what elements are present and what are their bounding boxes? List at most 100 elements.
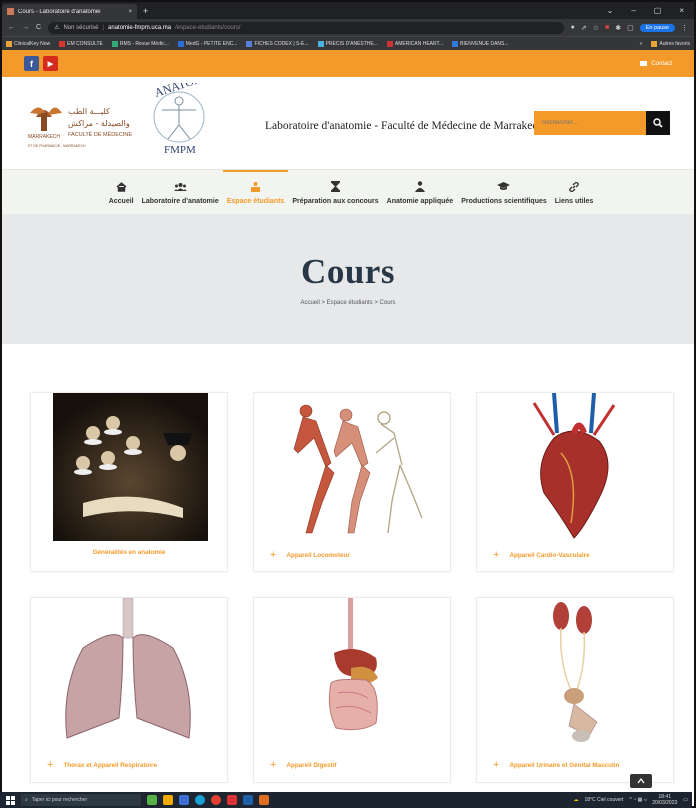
nav-item-espace-etudiants[interactable]: Espace étudiants <box>222 170 289 214</box>
extension-icon[interactable]: ■ <box>605 24 609 31</box>
lungs-illustration-image <box>53 598 203 748</box>
bookmark-item[interactable]: PRECIS D'ANESTHE... <box>317 40 378 47</box>
bookmark-icon <box>317 40 324 47</box>
windows-taskbar: ⌕ Taper ici pour rechercher ☁ 18°C Ciel c… <box>0 792 692 808</box>
anatomy-lesson-painting-image <box>53 393 208 541</box>
svg-text:ET DE PHARMACIE - MARRAKECH: ET DE PHARMACIE - MARRAKECH <box>28 144 86 148</box>
window-controls: ⌄ – ▢ × <box>607 6 694 15</box>
breadcrumb[interactable]: Accueil > Espace étudiants > Cours <box>300 300 395 306</box>
folder-icon <box>651 40 658 47</box>
course-label-row[interactable]: + Thorax et Appareil Respiratoire <box>31 759 227 771</box>
clock[interactable]: 18:41 20/03/2023 <box>652 794 677 806</box>
share-icon[interactable]: ⇗ <box>581 24 587 32</box>
widget-icon[interactable] <box>147 795 157 805</box>
nav-item-accueil[interactable]: Accueil <box>105 170 138 214</box>
forward-arrow-icon[interactable]: → <box>22 24 29 31</box>
new-tab-button[interactable]: + <box>143 6 148 16</box>
profile-button[interactable]: En pause <box>639 23 675 32</box>
course-card-cardio[interactable]: + Appareil Cardio-Vasculaire <box>476 392 674 572</box>
bookmark-item[interactable]: ClinicalKey Now <box>6 40 50 47</box>
maximize-button[interactable]: ▢ <box>654 6 662 15</box>
search-input[interactable] <box>534 111 646 135</box>
tab-search-icon[interactable]: ⌄ <box>607 6 614 15</box>
course-label-row[interactable]: + Appareil Digestif <box>254 759 450 771</box>
tab-close-icon[interactable]: × <box>128 9 132 15</box>
course-label-row[interactable]: + Appareil Cardio-Vasculaire <box>477 549 673 561</box>
bookmark-item[interactable]: EM CONSULTE <box>59 40 103 47</box>
bookmark-item[interactable]: FICHES CODEX | S-E... <box>246 40 309 47</box>
nav-item-laboratoire-d-anatomie[interactable]: Laboratoire d'anatomie <box>138 170 223 214</box>
bookmarks-bar: ClinicalKey Now EM CONSULTE RMS - Revue … <box>2 36 694 50</box>
star-icon[interactable]: ☆ <box>593 24 599 32</box>
site-title: Laboratoire d'anatomie - Faculté de Méde… <box>265 120 544 132</box>
plus-icon: + <box>47 759 54 771</box>
course-label-row[interactable]: + Appareil Locomoteur <box>254 549 450 561</box>
faculty-logo[interactable]: MARRAKECH كليـــة الطب والصيدلة - مراكش … <box>24 67 216 163</box>
close-window-button[interactable]: × <box>679 6 684 15</box>
url-path: /espace-etudiants/cours/ <box>175 24 241 31</box>
heart-illustration-image <box>499 393 649 541</box>
browser-tab[interactable]: Cours - Laboratoire d'anatomie × <box>2 4 137 19</box>
url-field[interactable]: ⚠ Non sécurisé | anatomie-fmpm.uca.ma/es… <box>48 21 564 34</box>
svg-text:FACULTÉ DE MÉDECINE: FACULTÉ DE MÉDECINE <box>68 131 132 138</box>
svg-text:ANATOMIE: ANATOMIE <box>153 83 214 100</box>
search-form <box>534 111 670 135</box>
course-card-urinaire[interactable]: + Appareil Urinaire et Génital Masculin <box>476 597 674 783</box>
task-view-icon[interactable] <box>179 795 189 805</box>
bookmark-icon <box>246 40 253 47</box>
logo-graphic: MARRAKECH كليـــة الطب والصيدلة - مراكش … <box>28 67 216 156</box>
course-label[interactable]: Généralités en anatomie <box>31 549 227 556</box>
puzzle-icon[interactable]: ✱ <box>615 24 621 32</box>
contact-link[interactable]: Contact <box>640 61 672 67</box>
link-icon <box>569 180 579 194</box>
windows-start-icon[interactable] <box>6 795 15 805</box>
search-button[interactable] <box>646 111 670 135</box>
main-navigation: Accueil Laboratoire d'anatomie Espace étud… <box>2 169 694 214</box>
menu-dots-icon[interactable]: ⋮ <box>681 24 688 32</box>
powerpoint-icon[interactable] <box>259 795 269 805</box>
edge-icon[interactable] <box>195 795 205 805</box>
bookmarks-more[interactable]: » <box>640 41 643 47</box>
back-arrow-icon[interactable]: ← <box>8 24 15 31</box>
google-lens-icon[interactable]: ● <box>571 24 575 31</box>
svg-text:MARRAKECH: MARRAKECH <box>28 134 60 140</box>
bookmark-item[interactable]: AMERICAN HEART... <box>386 40 443 47</box>
nav-label: Accueil <box>108 197 134 205</box>
course-card-digestif[interactable]: + Appareil Digestif <box>253 597 451 783</box>
site-favicon-icon <box>7 8 14 15</box>
file-explorer-icon[interactable] <box>163 795 173 805</box>
nav-item-anatomie-appliquee[interactable]: Anatomie appliquée <box>383 170 458 214</box>
facebook-icon[interactable]: f <box>24 56 39 71</box>
bookmark-item[interactable]: MedG - PETITE ENC... <box>177 40 237 47</box>
nav-item-preparation-aux-concours[interactable]: Préparation aux concours <box>288 170 382 214</box>
bookmark-item[interactable]: RMS - Revue Médic... <box>111 40 169 47</box>
reload-icon[interactable]: C <box>36 24 41 31</box>
system-tray: ☁ 18°C Ciel couvert ^ ◔ ▦ ◃ 18:41 20/03/2… <box>573 794 692 806</box>
taskbar-search[interactable]: ⌕ Taper ici pour rechercher <box>21 794 141 806</box>
course-card-thorax[interactable]: + Thorax et Appareil Respiratoire <box>30 597 228 783</box>
sidebar-icon[interactable]: ▢ <box>627 24 634 32</box>
course-label-row[interactable]: + Appareil Urinaire et Génital Masculin <box>477 759 673 771</box>
tray-icons[interactable]: ^ ◔ ▦ ◃ <box>629 797 646 803</box>
student-icon <box>250 180 261 194</box>
course-card-locomoteur[interactable]: + Appareil Locomoteur <box>253 392 451 572</box>
running-anatomy-figures-image <box>276 393 426 541</box>
nav-label: Productions scientifiques <box>461 197 547 205</box>
security-label: Non sécurisé <box>63 24 99 31</box>
nav-label: Laboratoire d'anatomie <box>141 197 219 205</box>
youtube-icon[interactable]: ▶ <box>43 56 58 71</box>
weather-label[interactable]: 18°C Ciel couvert <box>584 797 623 803</box>
notification-icon[interactable]: ▭ <box>683 797 688 803</box>
bookmark-item[interactable]: BIENVENUE DANS... <box>452 40 509 47</box>
nav-item-productions-scientifiques[interactable]: Productions scientifiques <box>457 170 551 214</box>
minimize-button[interactable]: – <box>631 6 635 15</box>
pdf-icon[interactable] <box>227 795 237 805</box>
chrome-icon[interactable] <box>211 795 221 805</box>
scroll-to-top-button[interactable] <box>630 774 652 788</box>
other-favorites[interactable]: Autres favoris <box>651 40 690 47</box>
page-hero: Cours Accueil > Espace étudiants > Cours <box>2 214 694 344</box>
search-icon <box>653 118 663 128</box>
nav-item-liens-utiles[interactable]: Liens utiles <box>551 170 598 214</box>
word-icon[interactable] <box>243 795 253 805</box>
course-card-generalites[interactable]: Généralités en anatomie <box>30 392 228 572</box>
